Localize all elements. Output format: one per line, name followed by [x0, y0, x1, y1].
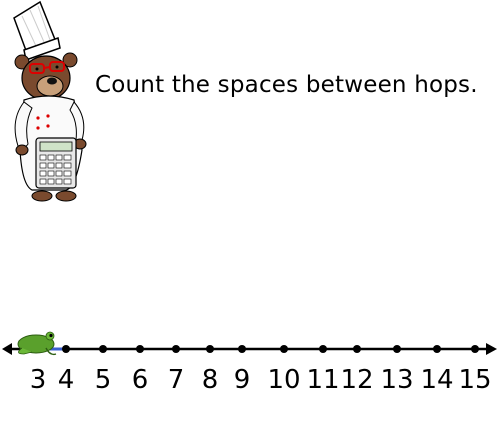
tick-dot-5 — [99, 345, 107, 353]
bear-head — [14, 52, 78, 101]
tick-dot-8 — [206, 345, 214, 353]
instruction-text: Count the spaces between hops. — [95, 72, 478, 98]
tick-label-8: 8 — [201, 365, 219, 395]
right-arrow-icon — [486, 343, 497, 355]
tick-label-10: 10 — [267, 365, 301, 395]
number-line — [2, 331, 497, 356]
tick-label-13: 13 — [380, 365, 414, 395]
tick-label-9: 9 — [233, 365, 251, 395]
chef-hat-icon — [13, 0, 61, 61]
tick-dot-6 — [136, 345, 144, 353]
tick-label-6: 6 — [131, 365, 149, 395]
chef-bear-illustration — [13, 0, 87, 202]
tick-dot-4 — [62, 345, 70, 353]
tick-dot-13 — [393, 345, 401, 353]
tick-label-7: 7 — [167, 365, 185, 395]
tick-dot-15 — [471, 345, 479, 353]
tick-dot-14 — [433, 345, 441, 353]
calculator-icon — [35, 137, 77, 189]
tick-dot-10 — [280, 345, 288, 353]
tick-dot-11 — [319, 345, 327, 353]
frog-icon — [17, 331, 57, 356]
tick-label-15: 15 — [458, 365, 492, 395]
tick-dot-12 — [353, 345, 361, 353]
tick-label-5: 5 — [94, 365, 112, 395]
tick-label-4: 4 — [57, 365, 75, 395]
tick-label-3: 3 — [29, 365, 47, 395]
left-arrow-icon — [2, 343, 12, 355]
tick-label-14: 14 — [420, 365, 454, 395]
tick-label-12: 12 — [340, 365, 374, 395]
tick-label-11: 11 — [306, 365, 340, 395]
tick-dot-9 — [238, 345, 246, 353]
tick-dot-7 — [172, 345, 180, 353]
